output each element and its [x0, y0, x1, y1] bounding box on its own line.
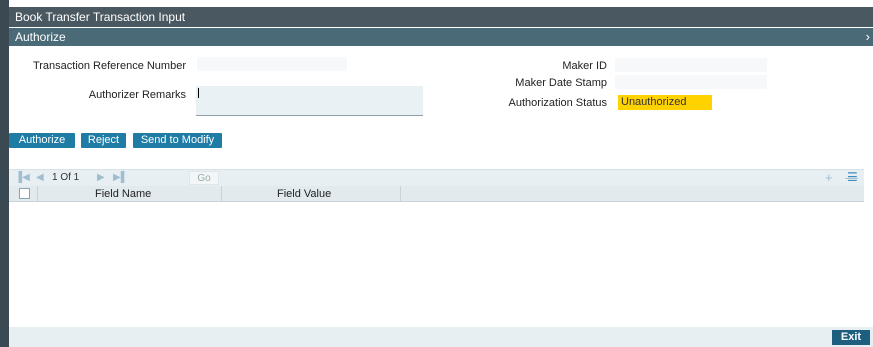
pager-text: 1 Of 1	[52, 172, 80, 183]
maker-id-label: Maker ID	[562, 60, 607, 72]
footer-bar: Exit	[9, 327, 873, 347]
maker-date-label: Maker Date Stamp	[515, 77, 607, 89]
text-caret	[198, 88, 199, 98]
go-button[interactable]: Go	[189, 171, 219, 185]
column-field-name: Field Name	[95, 188, 152, 200]
panel-title: Authorize	[15, 30, 66, 44]
authorize-button[interactable]: Authorize	[9, 133, 75, 148]
txn-ref-label: Transaction Reference Number	[32, 60, 186, 72]
auth-status-value: Unauthorized	[618, 95, 712, 110]
authorizer-remarks-input[interactable]	[196, 86, 423, 116]
select-all-checkbox[interactable]	[19, 188, 30, 199]
add-row-icon[interactable]: +	[825, 170, 833, 186]
grid-toolbar: ▐◀ ◀ 1 Of 1 ▶ ▶▌ Go + —	[9, 169, 864, 186]
panel-header: Authorize ›	[9, 28, 873, 46]
last-page-icon[interactable]: ▶▌	[113, 171, 128, 185]
maker-date-field[interactable]	[615, 75, 767, 89]
prev-page-icon[interactable]: ◀	[36, 171, 44, 185]
col-divider	[400, 186, 401, 201]
first-page-icon[interactable]: ▐◀	[15, 171, 30, 185]
next-page-icon[interactable]: ▶	[97, 171, 105, 185]
maker-id-field[interactable]	[615, 58, 767, 72]
grid-header: Field Name Field Value	[9, 186, 864, 202]
field-grid: ▐◀ ◀ 1 Of 1 ▶ ▶▌ Go + — ☰ Field Name Fie…	[9, 169, 864, 325]
send-to-modify-button[interactable]: Send to Modify	[133, 133, 222, 148]
txn-ref-field[interactable]	[197, 57, 347, 71]
list-view-icon[interactable]: ☰	[847, 169, 858, 185]
left-edge-bar	[0, 0, 9, 347]
column-field-value: Field Value	[277, 188, 332, 200]
authorizer-remarks-label: Authorizer Remarks	[88, 89, 186, 101]
window-title: Book Transfer Transaction Input	[15, 10, 186, 24]
col-divider	[221, 186, 222, 201]
window-titlebar: Book Transfer Transaction Input	[9, 7, 873, 27]
auth-status-label: Authorization Status	[508, 97, 607, 109]
reject-button[interactable]: Reject	[81, 133, 126, 148]
col-divider	[37, 186, 38, 201]
exit-button[interactable]: Exit	[832, 330, 870, 345]
panel-close-icon[interactable]: ›	[866, 29, 870, 45]
